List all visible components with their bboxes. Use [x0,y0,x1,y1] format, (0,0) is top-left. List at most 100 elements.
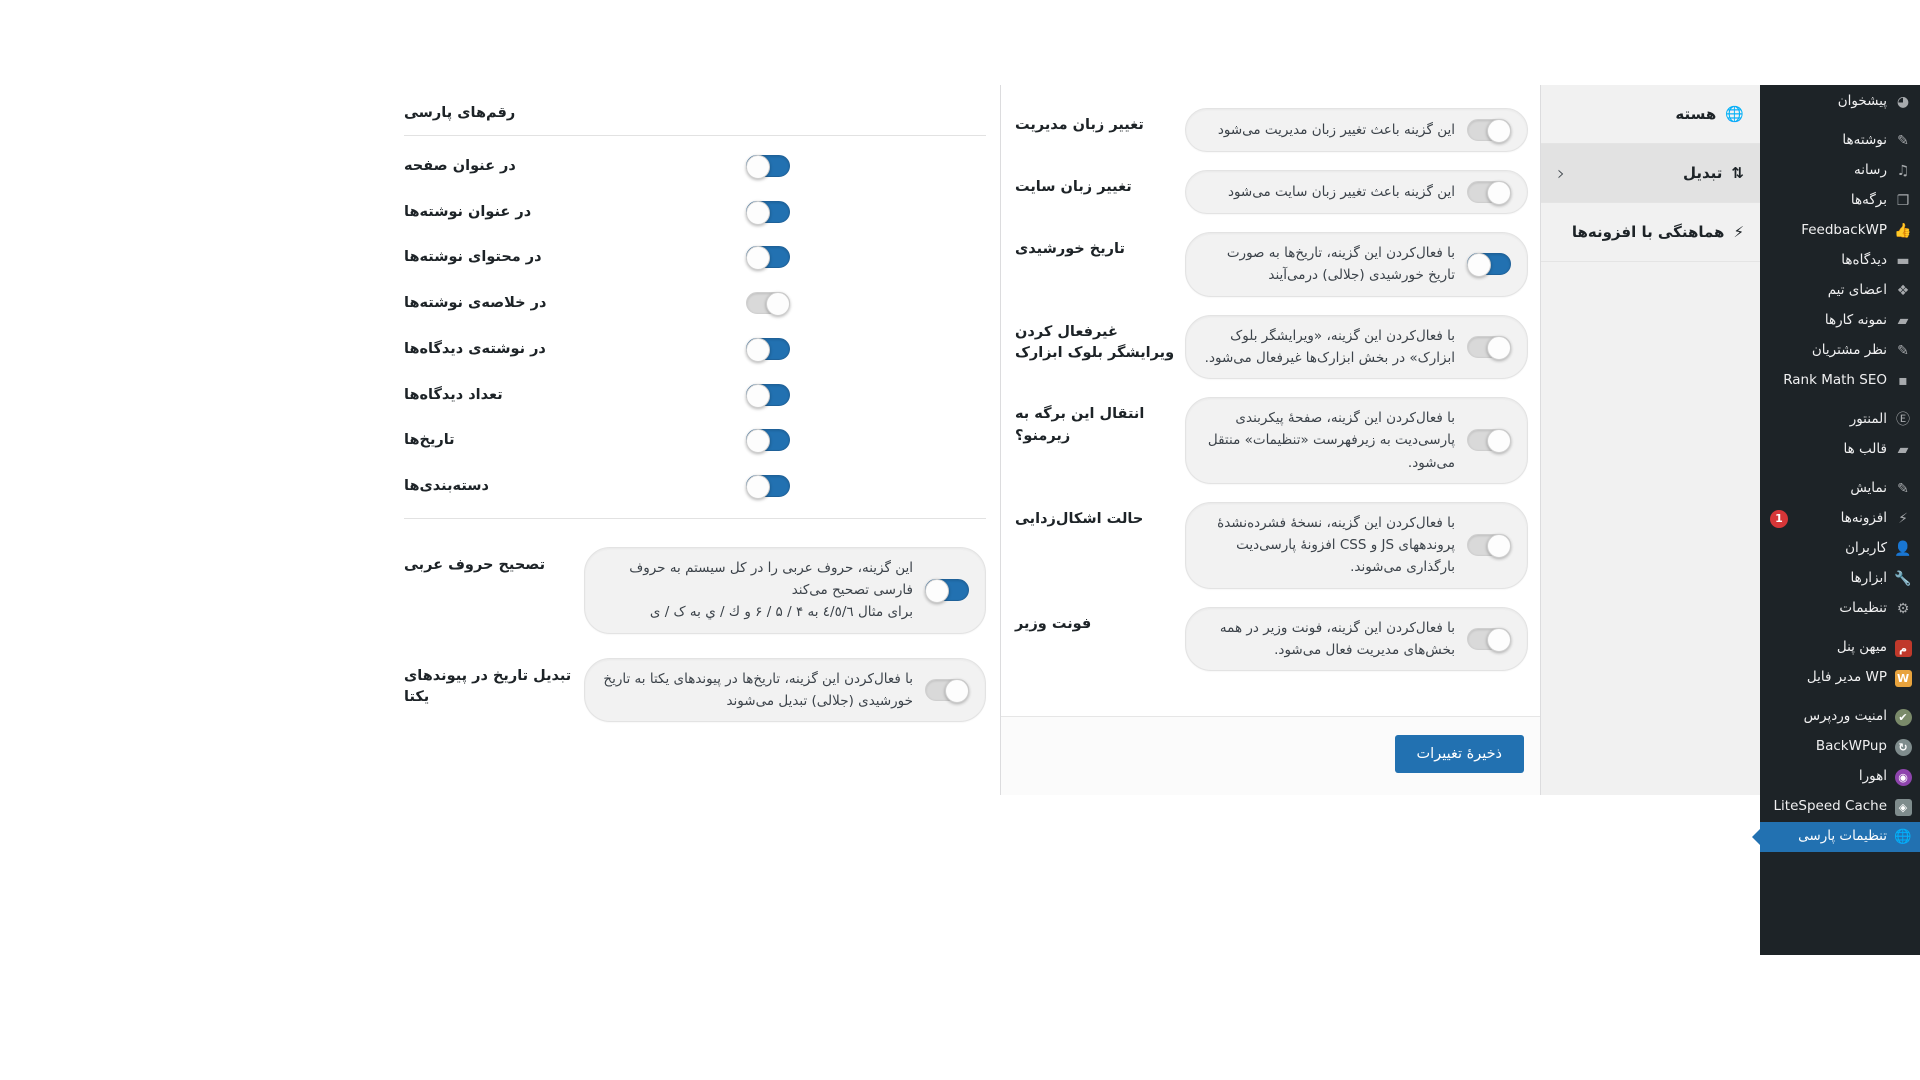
adminmenu-separator [1760,117,1920,126]
page-icon: ❐ [1896,193,1910,209]
adminmenu-item-5[interactable]: ▬ دیدگاه‌ها [1760,246,1920,276]
setting-control-pill: این گزینه، حروف عربی را در کل سیستم به ح… [584,546,986,634]
adminmenu-item-16[interactable]: ⚙ تنظیمات [1760,594,1920,624]
adminmenu-item-11[interactable]: ▰ قالب ها [1760,435,1920,465]
toggle-switch[interactable] [746,383,790,408]
adminmenu-item-3[interactable]: ❐ برگه‌ها [1760,186,1920,216]
settings-field: با فعال‌کردن این گزینه، تاریخ‌ها در پیون… [390,646,1000,735]
adminmenu-label: نوشته‌ها [1842,132,1887,149]
toggle-cell [584,426,986,454]
toggle-switch[interactable] [925,579,969,604]
subnav-tab-label: هماهنگی با افزونه‌ها [1571,223,1725,241]
adminmenu-item-17[interactable]: م میهن پنل [1760,633,1920,663]
setting-control-pill: با فعال‌کردن این گزینه، فونت وزیر در همه… [1185,606,1528,672]
adminmenu-item-4[interactable]: 👍 FeedbackWP [1760,216,1920,246]
settings-field: در عنوان نوشته‌ها [390,188,1000,234]
setting-title: غیرفعال کردن ویرایشگر بلوک ابزارک [1015,323,1175,362]
adminmenu-label: LiteSpeed Cache [1773,798,1887,815]
toggle-switch[interactable] [746,337,790,362]
adminmenu-label: المنتور [1849,411,1887,428]
mihanpanel-icon: م [1894,639,1912,657]
toggle-switch[interactable] [746,154,790,179]
subnav-tab-2[interactable]: ⚡ هماهنگی با افزونه‌ها [1541,203,1760,262]
settings-field: تاریخ‌ها [390,416,1000,462]
setting-description: با فعال‌کردن این گزینه، فونت وزیر در همه… [1219,619,1455,658]
wp-admin-menu: ◕ پیشخوان ✎ نوشته‌ها ♫ رسانه ❐ برگه‌ها 👍 Feedback… [1760,85,1920,955]
adminmenu-item-19[interactable]: ✔ امنیت وردپرس [1760,702,1920,732]
team-icon: ❖ [1896,283,1910,299]
toggle-switch[interactable] [1467,181,1511,205]
setting-description: این گزینه، حروف عربی را در کل سیستم به ح… [629,559,913,621]
chevron-left-icon[interactable]: ‹ [1557,161,1565,185]
adminmenu-item-8[interactable]: ✎ نظر مشتریان [1760,336,1920,366]
toggle-switch[interactable] [746,200,790,225]
setting-description: با فعال‌کردن این گزینه، صفحهٔ پیکربندی پ… [1207,410,1455,471]
adminmenu-item-0[interactable]: ◕ پیشخوان [1760,87,1920,117]
settings-field: این گزینه، حروف عربی را در کل سیستم به ح… [390,535,1000,646]
subnav-tab-0[interactable]: 🌐 هسته [1541,85,1760,144]
setting-title: تغییر زبان سایت [1015,179,1132,195]
shield-icon-badge: ✔ [1894,708,1912,726]
toggle-switch[interactable] [1467,335,1511,360]
litespeed-icon: ◈ [1894,798,1912,816]
pin-icon: ✎ [1897,343,1909,359]
adminmenu-item-13[interactable]: ⚡ افزونه‌ها 1 [1760,504,1920,534]
adminmenu-item-22[interactable]: ◈ LiteSpeed Cache [1760,792,1920,822]
adminmenu-item-14[interactable]: 👤 کاربران [1760,534,1920,564]
setting-title: حالت اشکال‌زدایی [1015,510,1144,527]
toggle-switch[interactable] [1467,119,1511,143]
toggle-switch[interactable] [1467,253,1511,278]
adminmenu-item-7[interactable]: ▰ نمونه کارها [1760,306,1920,336]
setting-title: تعداد دیدگاه‌ها [404,386,503,403]
adminmenu-item-10[interactable]: Ⓔ المنتور [1760,405,1920,435]
toggle-switch[interactable] [1467,627,1511,652]
toggle-switch[interactable] [746,475,790,499]
section-heading-spacer [584,99,986,102]
ahoora-icon: ◉ [1894,768,1912,786]
toggle-switch[interactable] [1467,429,1511,454]
users-icon: 👤 [1894,541,1912,557]
setting-title: در محتوای نوشته‌ها [404,249,542,266]
setting-title: در عنوان صفحه [404,157,516,174]
save-changes-button[interactable]: ذخیرهٔ تغییرات [1394,735,1524,773]
plugin-icon: ⚡ [1733,222,1744,241]
adminmenu-item-20[interactable]: ↻ BackWPup [1760,732,1920,762]
settings-field: دسته‌بندی‌ها [390,462,1000,508]
setting-control-pill: با فعال‌کردن این گزینه، «ویرایشگر بلوک ا… [1185,314,1528,380]
adminmenu-item-18[interactable]: W WP مدیر فایل [1760,663,1920,693]
settings-field-list: این گزینه باعث تغییر زبان مدیریت می‌شود ت… [1001,85,1540,716]
adminmenu-label: میهن پنل [1836,639,1887,656]
adminmenu-item-21[interactable]: ◉ اهورا [1760,762,1920,792]
update-count-badge: 1 [1770,510,1788,528]
convert-icon: ⇅ [1731,163,1744,182]
adminmenu-item-2[interactable]: ♫ رسانه [1760,156,1920,186]
pin-icon: ✎ [1897,133,1909,149]
adminmenu-label: اعضای تیم [1827,282,1887,299]
adminmenu-separator [1760,465,1920,474]
section-divider [404,517,986,519]
adminmenu-separator [1760,624,1920,633]
setting-title: در خلاصه‌ی نوشته‌ها [404,295,547,311]
adminmenu-item-12[interactable]: ✎ نمایش [1760,474,1920,504]
toggle-switch[interactable] [746,246,790,271]
toggle-switch[interactable] [746,292,790,316]
plugin-icon: ⚡ [1898,511,1908,527]
adminmenu-item-23[interactable]: 🌐 تنظیمات پارسی [1760,822,1920,852]
adminmenu-item-6[interactable]: ❖ اعضای تیم [1760,276,1920,306]
toggle-switch[interactable] [1467,534,1511,559]
adminmenu-item-15[interactable]: 🔧 ابزارها [1760,564,1920,594]
subnav-tab-1[interactable]: ⇅ تبدیل ‹ [1541,144,1760,203]
section-heading-row: رقم‌های پارسی [390,89,1000,135]
adminmenu-label: افزونه‌ها [1840,510,1887,527]
settings-field: در خلاصه‌ی نوشته‌ها [390,279,1000,325]
setting-description: با فعال‌کردن این گزینه، نسخهٔ فشرده‌نشده… [1217,514,1455,576]
adminmenu-item-9[interactable]: ▪ Rank Math SEO [1760,366,1920,396]
toggle-switch[interactable] [746,429,790,454]
toggle-switch[interactable] [925,678,969,703]
adminmenu-label: FeedbackWP [1801,222,1887,239]
panel-footer: ذخیرهٔ تغییرات [1001,716,1540,795]
adminmenu-item-1[interactable]: ✎ نوشته‌ها [1760,126,1920,156]
setting-description: این گزینه باعث تغییر زبان سایت می‌شود [1227,183,1455,200]
adminmenu-label: امنیت وردپرس [1803,708,1887,725]
convert-settings-panel: رقم‌های پارسی در عنوان صفحه در عنوان نوشته… [0,85,1000,995]
